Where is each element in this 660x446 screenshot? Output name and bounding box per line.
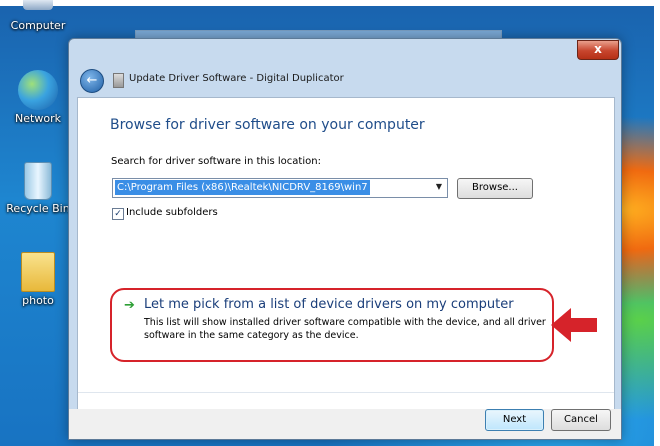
chevron-down-icon[interactable]: ▼ bbox=[436, 182, 442, 191]
desktop-icon-label: Computer bbox=[10, 19, 66, 32]
network-icon bbox=[18, 70, 58, 110]
dialog-content: Browse for driver software on your compu… bbox=[77, 97, 615, 411]
computer-icon bbox=[23, 0, 53, 10]
desktop-icon-label: photo bbox=[22, 294, 54, 307]
desktop-icon-network[interactable]: Network bbox=[6, 70, 70, 125]
window-title: Update Driver Software - Digital Duplica… bbox=[129, 73, 344, 84]
highlight-annotation bbox=[110, 288, 554, 362]
folder-icon bbox=[21, 252, 55, 292]
desktop-icon-recycle-bin[interactable]: Recycle Bin bbox=[6, 162, 70, 215]
top-border bbox=[0, 0, 660, 6]
footer-divider bbox=[78, 392, 614, 393]
page-heading: Browse for driver software on your compu… bbox=[110, 117, 425, 133]
desktop-icon-photo[interactable]: photo bbox=[6, 252, 70, 307]
back-button[interactable]: ← bbox=[80, 69, 104, 93]
next-button[interactable]: Next bbox=[485, 409, 544, 431]
back-arrow-icon: ← bbox=[86, 73, 98, 88]
include-subfolders-label[interactable]: Include subfolders bbox=[126, 207, 218, 218]
search-location-label: Search for driver software in this locat… bbox=[111, 156, 321, 167]
update-driver-dialog: x ← Update Driver Software - Digital Dup… bbox=[68, 38, 622, 440]
right-border bbox=[654, 0, 660, 446]
path-combobox[interactable]: C:\Program Files (x86)\Realtek\NICDRV_81… bbox=[112, 178, 448, 198]
browse-button[interactable]: Browse... bbox=[457, 178, 533, 199]
desktop-icon-computer[interactable]: Computer bbox=[6, 0, 70, 32]
red-arrow-annotation bbox=[551, 308, 597, 342]
path-value[interactable]: C:\Program Files (x86)\Realtek\NICDRV_81… bbox=[115, 180, 370, 195]
desktop-icon-label: Network bbox=[15, 112, 61, 125]
close-button[interactable]: x bbox=[577, 40, 619, 60]
desktop-icon-label: Recycle Bin bbox=[6, 202, 70, 215]
recycle-bin-icon bbox=[24, 162, 52, 200]
include-subfolders-checkbox[interactable]: ✓ bbox=[112, 208, 124, 220]
device-icon bbox=[113, 73, 124, 88]
cancel-button[interactable]: Cancel bbox=[551, 409, 611, 431]
title-bar[interactable] bbox=[69, 39, 621, 75]
